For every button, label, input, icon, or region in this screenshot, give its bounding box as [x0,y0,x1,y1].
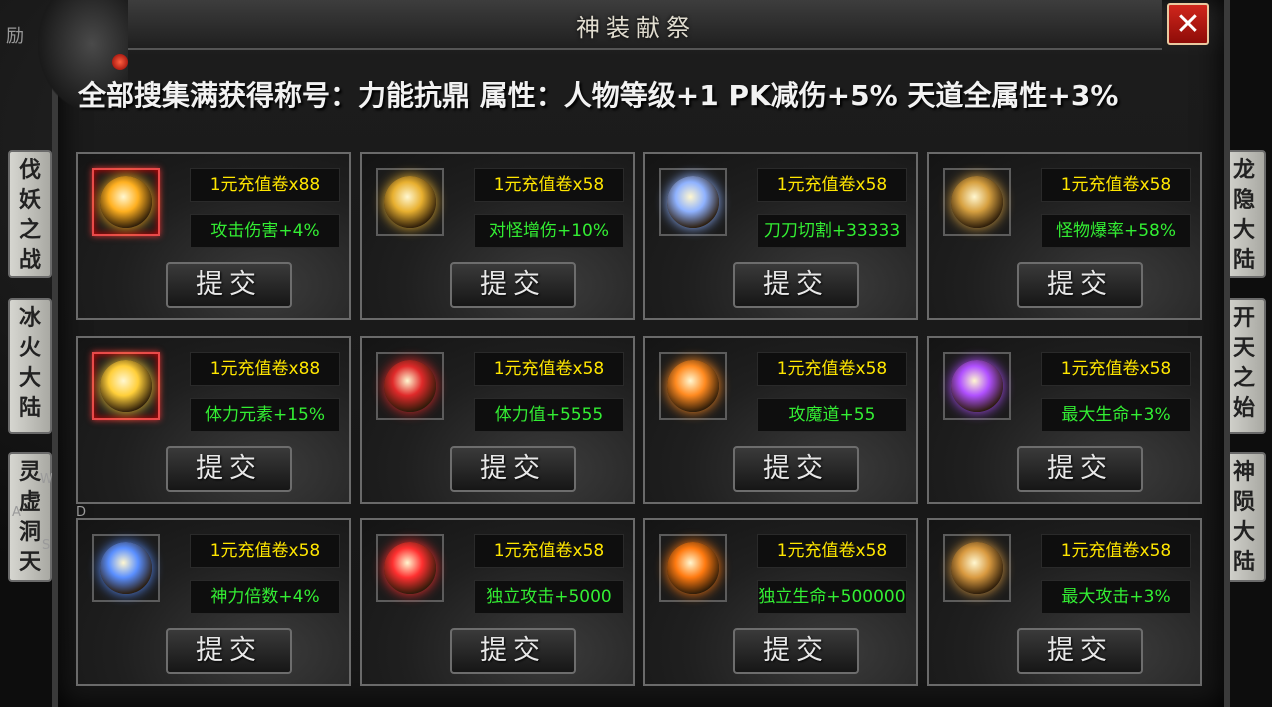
item-attribute: 神力倍数+4% [190,580,340,614]
dragon-eye-icon [112,54,128,70]
item-slot[interactable] [943,352,1011,420]
item-slot[interactable] [659,352,727,420]
item-attribute: 怪物爆率+58% [1041,214,1191,248]
item-cost: 1元充值卷x58 [474,534,624,568]
item-cost: 1元充值卷x58 [757,352,907,386]
equipment-grid: 1元充值卷x88 攻击伤害+4% 提交 1元充值卷x58 对怪增伤+10% 提交 1元充值卷… [76,152,1204,690]
item-slot[interactable] [943,168,1011,236]
golden-flame-rune-icon [100,176,152,228]
item-attribute: 最大攻击+3% [1041,580,1191,614]
equipment-card: 1元充值卷x58 独立攻击+5000 提交 [360,518,635,686]
golden-phoenix-icon [100,360,152,412]
equipment-card: 1元充值卷x58 最大攻击+3% 提交 [927,518,1202,686]
close-button[interactable]: ✕ [1167,3,1209,45]
golden-serpent-icon [951,542,1003,594]
key-hint-d: D [76,505,87,520]
submit-button[interactable]: 提交 [166,628,292,674]
item-cost: 1元充值卷x88 [190,168,340,202]
equipment-card: 1元充值卷x88 攻击伤害+4% 提交 [76,152,351,320]
red-crystal-gem-icon [384,360,436,412]
equipment-card: 1元充值卷x88 体力元素+15% 提交 [76,336,351,504]
item-attribute: 刀刀切割+33333 [757,214,907,248]
item-cost: 1元充值卷x58 [190,534,340,568]
item-cost: 1元充值卷x58 [474,352,624,386]
red-winged-emblem-icon [384,542,436,594]
item-slot[interactable] [92,534,160,602]
submit-button[interactable]: 提交 [450,262,576,308]
item-cost: 1元充值卷x58 [757,168,907,202]
item-slot[interactable] [376,168,444,236]
item-cost: 1元充值卷x88 [190,352,340,386]
item-attribute: 体力元素+15% [190,398,340,432]
submit-button[interactable]: 提交 [166,446,292,492]
submit-button[interactable]: 提交 [166,262,292,308]
equipment-card: 1元充值卷x58 神力倍数+4% 提交 [76,518,351,686]
blue-sapphire-ring-icon [100,542,152,594]
submit-button[interactable]: 提交 [733,628,859,674]
item-cost: 1元充值卷x58 [474,168,624,202]
key-hint-w: W [40,472,53,487]
item-attribute: 攻击伤害+4% [190,214,340,248]
item-attribute: 独立攻击+5000 [474,580,624,614]
equipment-card: 1元充值卷x58 体力值+5555 提交 [360,336,635,504]
item-slot[interactable] [943,534,1011,602]
key-hint-a: A [12,505,21,520]
equipment-card: 1元充值卷x58 独立生命+500000 提交 [643,518,918,686]
submit-button[interactable]: 提交 [733,446,859,492]
submit-button[interactable]: 提交 [1017,628,1143,674]
item-attribute: 对怪增伤+10% [474,214,624,248]
equipment-card: 1元充值卷x58 刀刀切割+33333 提交 [643,152,918,320]
item-cost: 1元充值卷x58 [1041,352,1191,386]
equipment-card: 1元充值卷x58 对怪增伤+10% 提交 [360,152,635,320]
item-slot[interactable] [92,352,160,420]
item-cost: 1元充值卷x58 [757,534,907,568]
submit-button[interactable]: 提交 [450,628,576,674]
side-tab-fayao[interactable]: 伐妖之战 [8,150,52,278]
item-cost: 1元充值卷x58 [1041,168,1191,202]
item-slot[interactable] [659,168,727,236]
equipment-card: 1元充值卷x58 怪物爆率+58% 提交 [927,152,1202,320]
item-cost: 1元充值卷x58 [1041,534,1191,568]
equipment-card: 1元充值卷x58 最大生命+3% 提交 [927,336,1202,504]
golden-sun-medallion-icon [384,176,436,228]
item-attribute: 攻魔道+55 [757,398,907,432]
fire-chain-ring-icon [667,360,719,412]
collection-reward-banner: 全部搜集满获得称号：力能抗鼎 属性：人物等级+1 PK减伤+5% 天道全属性+3… [78,79,1119,112]
submit-button[interactable]: 提交 [733,262,859,308]
item-attribute: 独立生命+500000 [757,580,907,614]
dark-gold-ring-icon [951,176,1003,228]
item-slot[interactable] [659,534,727,602]
key-hint-s: S [42,538,51,553]
item-attribute: 体力值+5555 [474,398,624,432]
submit-button[interactable]: 提交 [1017,446,1143,492]
panel-title: 神装献祭 [576,14,696,42]
equipment-card: 1元充值卷x58 攻魔道+55 提交 [643,336,918,504]
item-slot[interactable] [376,534,444,602]
item-slot[interactable] [376,352,444,420]
side-tab-binghuo[interactable]: 冰火大陆 [8,298,52,434]
blue-dragon-claw-icon [667,176,719,228]
submit-button[interactable]: 提交 [1017,262,1143,308]
item-attribute: 最大生命+3% [1041,398,1191,432]
fire-orb-icon [667,542,719,594]
purple-arcane-ring-icon [951,360,1003,412]
item-slot[interactable] [92,168,160,236]
submit-button[interactable]: 提交 [450,446,576,492]
